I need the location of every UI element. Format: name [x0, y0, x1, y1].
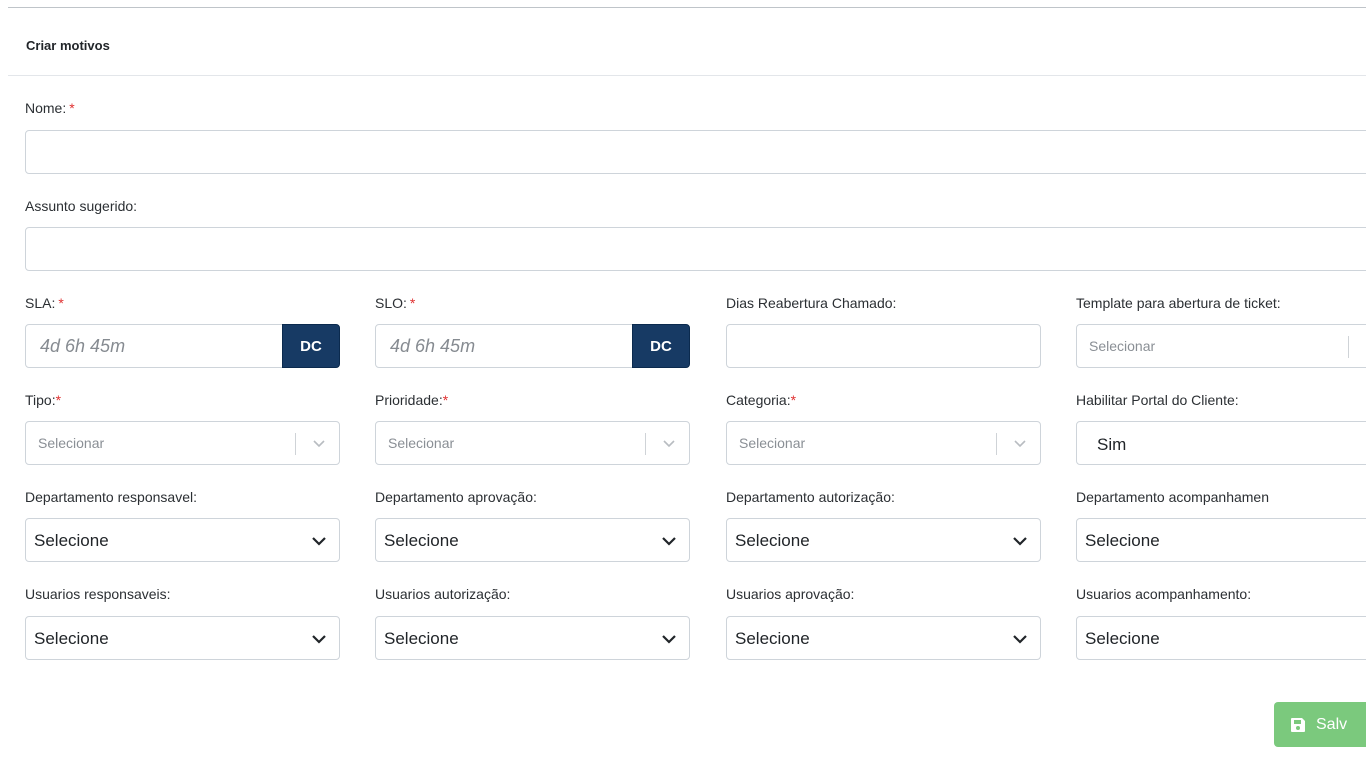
prioridade-select[interactable]: Selecionar	[375, 421, 690, 465]
dep-acompanhamento-value: Selecione	[1085, 531, 1160, 550]
chevron-down-icon	[1014, 440, 1026, 448]
portal-select[interactable]: Sim	[1076, 421, 1366, 465]
chevron-down-icon	[313, 440, 325, 448]
save-button-label: Salv	[1316, 715, 1348, 733]
chevron-down-icon	[312, 537, 326, 546]
sla-input[interactable]	[26, 325, 283, 367]
usr-autorizacao-value: Selecione	[384, 629, 459, 648]
assunto-input[interactable]	[25, 227, 1366, 271]
chevron-down-icon	[663, 440, 675, 448]
assunto-label: Assunto sugerido:	[25, 198, 138, 214]
save-button[interactable]: Salv	[1274, 702, 1366, 747]
categoria-placeholder: Selecionar	[739, 435, 806, 451]
usr-responsaveis-value: Selecione	[34, 629, 109, 648]
dep-aprovacao-label: Departamento aprovação:	[375, 489, 537, 505]
prioridade-separator	[645, 433, 646, 455]
portal-label: Habilitar Portal do Cliente:	[1076, 392, 1239, 408]
dep-responsavel-select[interactable]: Selecione	[25, 518, 340, 562]
dep-aprovacao-select[interactable]: Selecione	[375, 518, 690, 562]
usr-acompanhamento-label: Usuarios acompanhamento:	[1076, 586, 1252, 602]
usr-acompanhamento-value: Selecione	[1085, 629, 1160, 648]
usr-aprovacao-value: Selecione	[735, 629, 810, 648]
page-title: Criar motivos	[26, 38, 110, 53]
dep-autorizacao-select[interactable]: Selecione	[726, 518, 1041, 562]
chevron-down-icon	[312, 635, 326, 644]
chevron-down-icon	[662, 537, 676, 546]
floppy-disk-icon	[1291, 717, 1305, 732]
slo-field: DC	[375, 324, 690, 368]
prioridade-placeholder: Selecionar	[388, 435, 455, 451]
usr-acompanhamento-select[interactable]: Selecione	[1076, 616, 1366, 660]
template-placeholder: Selecionar	[1089, 338, 1156, 354]
categoria-select[interactable]: Selecionar	[726, 421, 1041, 465]
template-select[interactable]: Selecionar	[1076, 324, 1366, 368]
slo-dc-button[interactable]: DC	[632, 324, 690, 368]
slo-input[interactable]	[376, 325, 633, 367]
categoria-separator	[996, 433, 997, 455]
usr-aprovacao-select[interactable]: Selecione	[726, 616, 1041, 660]
prioridade-label: Prioridade:*	[375, 392, 449, 408]
chevron-down-icon	[1013, 537, 1027, 546]
categoria-label: Categoria:*	[726, 392, 797, 408]
dep-responsavel-value: Selecione	[34, 531, 109, 550]
dep-acompanhamento-select[interactable]: Selecione	[1076, 518, 1366, 562]
sla-label: SLA: *	[25, 295, 64, 311]
dep-responsavel-label: Departamento responsavel:	[25, 489, 197, 505]
usr-responsaveis-label: Usuarios responsaveis:	[25, 586, 171, 602]
card-header: Criar motivos	[8, 8, 1366, 76]
dep-aprovacao-value: Selecione	[384, 531, 459, 550]
portal-value: Sim	[1097, 435, 1127, 454]
template-label: Template para abertura de ticket:	[1076, 295, 1281, 311]
dep-acompanhamento-label: Departamento acompanhamen	[1076, 489, 1270, 505]
chevron-down-icon	[662, 635, 676, 644]
tipo-placeholder: Selecionar	[38, 435, 105, 451]
nome-input[interactable]	[25, 130, 1366, 174]
dep-autorizacao-value: Selecione	[735, 531, 810, 550]
template-separator	[1348, 336, 1349, 358]
tipo-select[interactable]: Selecionar	[25, 421, 340, 465]
dias-reabertura-input[interactable]	[726, 324, 1041, 368]
tipo-label: Tipo:*	[25, 392, 62, 408]
chevron-down-icon	[1013, 635, 1027, 644]
slo-label: SLO: *	[375, 295, 416, 311]
tipo-separator	[295, 433, 296, 455]
usr-autorizacao-select[interactable]: Selecione	[375, 616, 690, 660]
nome-label: Nome: *	[25, 100, 75, 116]
usr-aprovacao-label: Usuarios aprovação:	[726, 586, 855, 602]
dias-reabertura-label: Dias Reabertura Chamado:	[726, 295, 897, 311]
sla-field: DC	[25, 324, 340, 368]
dep-autorizacao-label: Departamento autorização:	[726, 489, 895, 505]
usr-autorizacao-label: Usuarios autorização:	[375, 586, 511, 602]
usr-responsaveis-select[interactable]: Selecione	[25, 616, 340, 660]
sla-dc-button[interactable]: DC	[282, 324, 340, 368]
